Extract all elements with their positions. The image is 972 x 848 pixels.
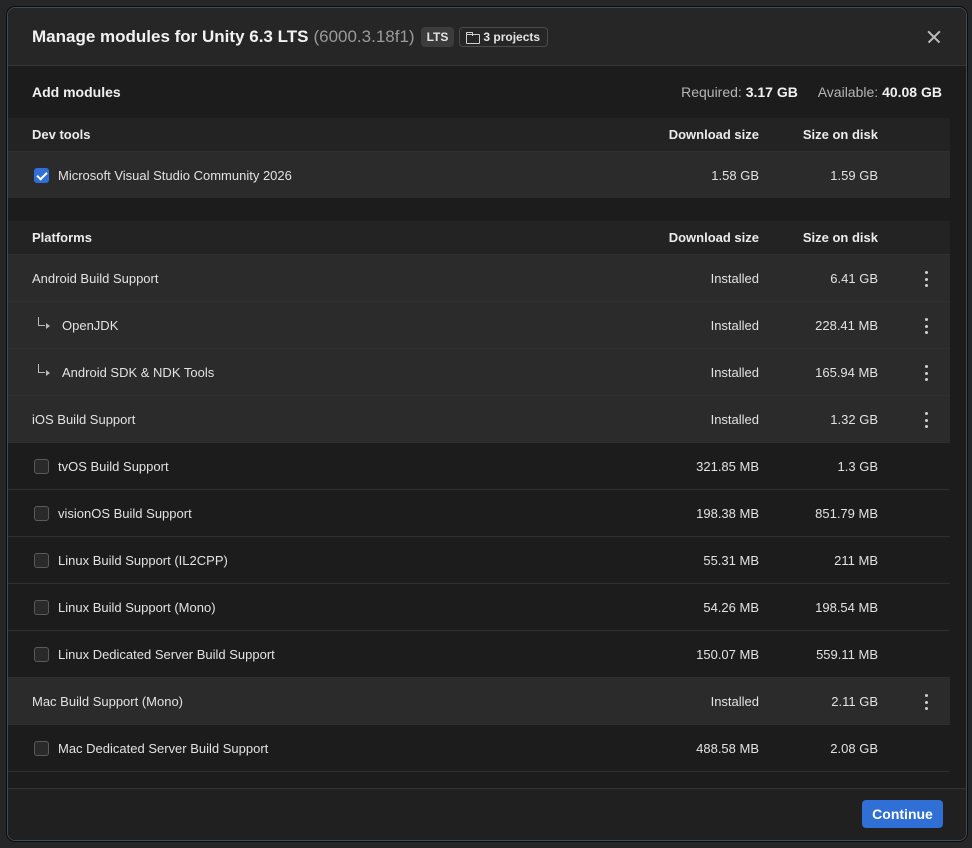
module-name: Linux Build Support (Mono) [58,599,216,615]
sub-arrow-icon [38,317,50,329]
module-disk-size: 1.59 GB [830,167,878,183]
module-name: Android SDK & NDK Tools [62,364,215,380]
more-options-icon[interactable] [920,271,932,287]
platforms-section: Platforms Download size Size on disk And… [8,221,950,788]
module-row: iOS Build Support Installed 1.32 GB [8,395,950,442]
module-download-size: Installed [710,270,759,286]
module-checkbox[interactable] [34,552,49,568]
module-row: Mac Build Support (Mono) Installed 2.11 GB [8,677,950,724]
platforms-header: Platforms Download size Size on disk [8,221,950,254]
module-disk-size: 198.54 MB [815,599,878,615]
more-options-icon[interactable] [920,318,932,334]
dev-tools-disk-col: Size on disk [802,127,878,142]
module-name: tvOS Build Support [58,458,169,474]
module-disk-size: 1.32 GB [830,411,878,427]
lts-badge: LTS [420,26,455,47]
sub-arrow-icon [38,364,50,376]
version-label: (6000.3.18f1) [313,26,415,46]
module-row: Android SDK & NDK Tools Installed 165.94 M… [8,348,950,395]
module-row[interactable]: visionOS Build Support 198.38 MB 851.79 MB [8,489,950,536]
module-disk-size: 211 MB [834,552,878,568]
dev-tools-section: Dev tools Download size Size on disk Mic… [8,118,950,198]
module-disk-size: 6.41 GB [830,270,878,286]
module-disk-size: 2.11 GB [831,693,878,709]
module-download-size: 198.38 MB [696,505,759,521]
module-disk-size: 228.41 MB [815,317,878,333]
available-label: Available: [817,84,879,100]
required-value: 3.17 GB [745,84,798,100]
module-name: Linux Build Support (IL2CPP) [58,552,228,568]
module-name: Android Build Support [32,270,159,286]
module-row[interactable]: Universal Windows Platform Build Support… [8,771,950,788]
dialog-body: Add modules Required: 3.17 GB Available:… [8,66,966,788]
size-summary: Required: 3.17 GB Available: 40.08 GB [681,84,942,100]
required-label: Required: [681,84,742,100]
platforms-rows: Android Build Support Installed 6.41 GB Ope… [8,254,950,788]
module-name: iOS Build Support [32,411,136,427]
module-row[interactable]: Linux Dedicated Server Build Support 150.… [8,630,950,677]
module-disk-size: 2.08 GB [830,740,878,756]
continue-button[interactable]: Continue [862,800,943,828]
module-download-size: 55.31 MB [703,552,759,568]
platforms-disk-col: Size on disk [802,230,878,245]
module-name: Mac Build Support (Mono) [32,693,184,709]
dialog-header: Manage modules for Unity 6.3 LTS (6000.3… [8,8,966,66]
dev-tools-rows: Microsoft Visual Studio Community 2026 1.… [8,151,950,198]
module-row[interactable]: Microsoft Visual Studio Community 2026 1.… [8,151,950,198]
module-checkbox[interactable] [34,505,49,521]
scrollbar[interactable] [950,66,966,788]
module-name: OpenJDK [62,317,119,333]
module-download-size: Installed [710,364,759,380]
projects-badge-label: 3 projects [483,29,541,44]
dialog-footer: Continue [8,788,966,840]
available-value: 40.08 GB [882,84,942,100]
module-row[interactable]: Linux Build Support (Mono) 54.26 MB 198.54… [8,583,950,630]
module-checkbox[interactable] [34,646,49,662]
more-options-icon[interactable] [920,365,932,381]
platforms-download-col: Download size [668,230,759,245]
module-download-size: 1.58 GB [711,167,759,183]
module-row[interactable]: Linux Build Support (IL2CPP) 55.31 MB 211 … [8,536,950,583]
module-row: Android Build Support Installed 6.41 GB [8,254,950,301]
module-name: Linux Dedicated Server Build Support [58,646,275,662]
module-name: Mac Dedicated Server Build Support [58,740,269,756]
module-download-size: 321.85 MB [696,458,759,474]
projects-badge[interactable]: 3 projects [459,26,549,47]
module-checkbox[interactable] [34,599,49,615]
more-options-icon[interactable] [920,694,932,710]
module-disk-size: 559.11 MB [816,646,878,662]
module-name: visionOS Build Support [58,505,192,521]
module-download-size: Installed [710,693,759,709]
manage-modules-dialog: Manage modules for Unity 6.3 LTS (6000.3… [7,7,967,841]
dev-tools-title: Dev tools [32,127,91,142]
module-row[interactable]: Mac Dedicated Server Build Support 488.58… [8,724,950,771]
folder-icon [466,31,481,44]
module-download-size: 488.58 MB [696,740,759,756]
module-disk-size: 165.94 MB [815,364,878,380]
dev-tools-header: Dev tools Download size Size on disk [8,118,950,151]
module-checkbox[interactable] [34,740,49,756]
more-options-icon[interactable] [920,412,932,428]
dialog-title: Manage modules for Unity 6.3 LTS [32,26,309,46]
module-download-size: Installed [710,317,759,333]
module-checkbox[interactable] [34,167,49,183]
module-download-size: 54.26 MB [703,599,759,615]
dev-tools-download-col: Download size [668,127,759,142]
module-row[interactable]: tvOS Build Support 321.85 MB 1.3 GB [8,442,950,489]
module-download-size: 150.07 MB [696,646,759,662]
module-disk-size: 1.3 GB [837,458,878,474]
add-modules-header: Add modules Required: 3.17 GB Available:… [8,66,966,118]
add-modules-title: Add modules [32,84,121,100]
module-checkbox[interactable] [34,458,49,474]
module-download-size: Installed [710,411,759,427]
module-name: Microsoft Visual Studio Community 2026 [58,167,292,183]
close-icon[interactable] [924,27,944,47]
module-row: OpenJDK Installed 228.41 MB [8,301,950,348]
platforms-title: Platforms [32,230,92,245]
module-disk-size: 851.79 MB [815,505,878,521]
